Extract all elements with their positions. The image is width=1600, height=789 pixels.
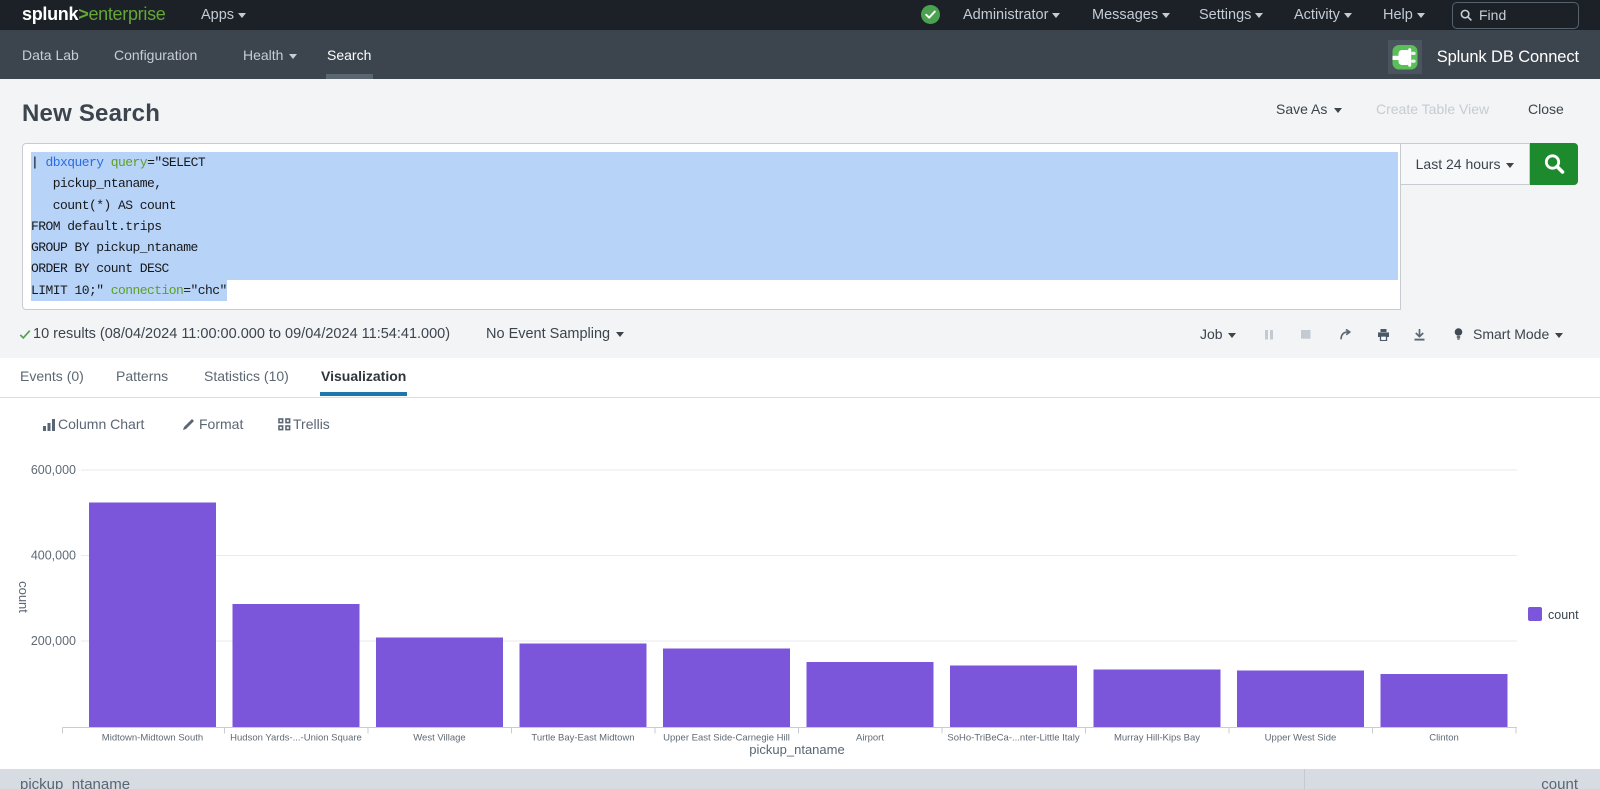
- svg-text:count: count: [16, 581, 31, 613]
- svg-text:West Village: West Village: [413, 733, 465, 744]
- svg-text:pickup_ntaname: pickup_ntaname: [749, 742, 844, 757]
- svg-text:Upper West Side: Upper West Side: [1265, 733, 1337, 744]
- svg-text:SoHo-TriBeCa-...nter-Little It: SoHo-TriBeCa-...nter-Little Italy: [947, 733, 1079, 744]
- svg-text:200,000: 200,000: [31, 634, 76, 648]
- svg-text:Hudson Yards-...-Union Square: Hudson Yards-...-Union Square: [230, 733, 362, 744]
- svg-text:Turtle Bay-East Midtown: Turtle Bay-East Midtown: [531, 733, 634, 744]
- svg-text:Clinton: Clinton: [1429, 733, 1459, 744]
- svg-text:600,000: 600,000: [31, 463, 76, 477]
- svg-text:Airport: Airport: [856, 733, 884, 744]
- svg-text:400,000: 400,000: [31, 549, 76, 563]
- svg-text:Murray Hill-Kips Bay: Murray Hill-Kips Bay: [1114, 733, 1200, 744]
- svg-text:count: count: [1548, 608, 1579, 622]
- svg-text:Midtown-Midtown South: Midtown-Midtown South: [102, 733, 203, 744]
